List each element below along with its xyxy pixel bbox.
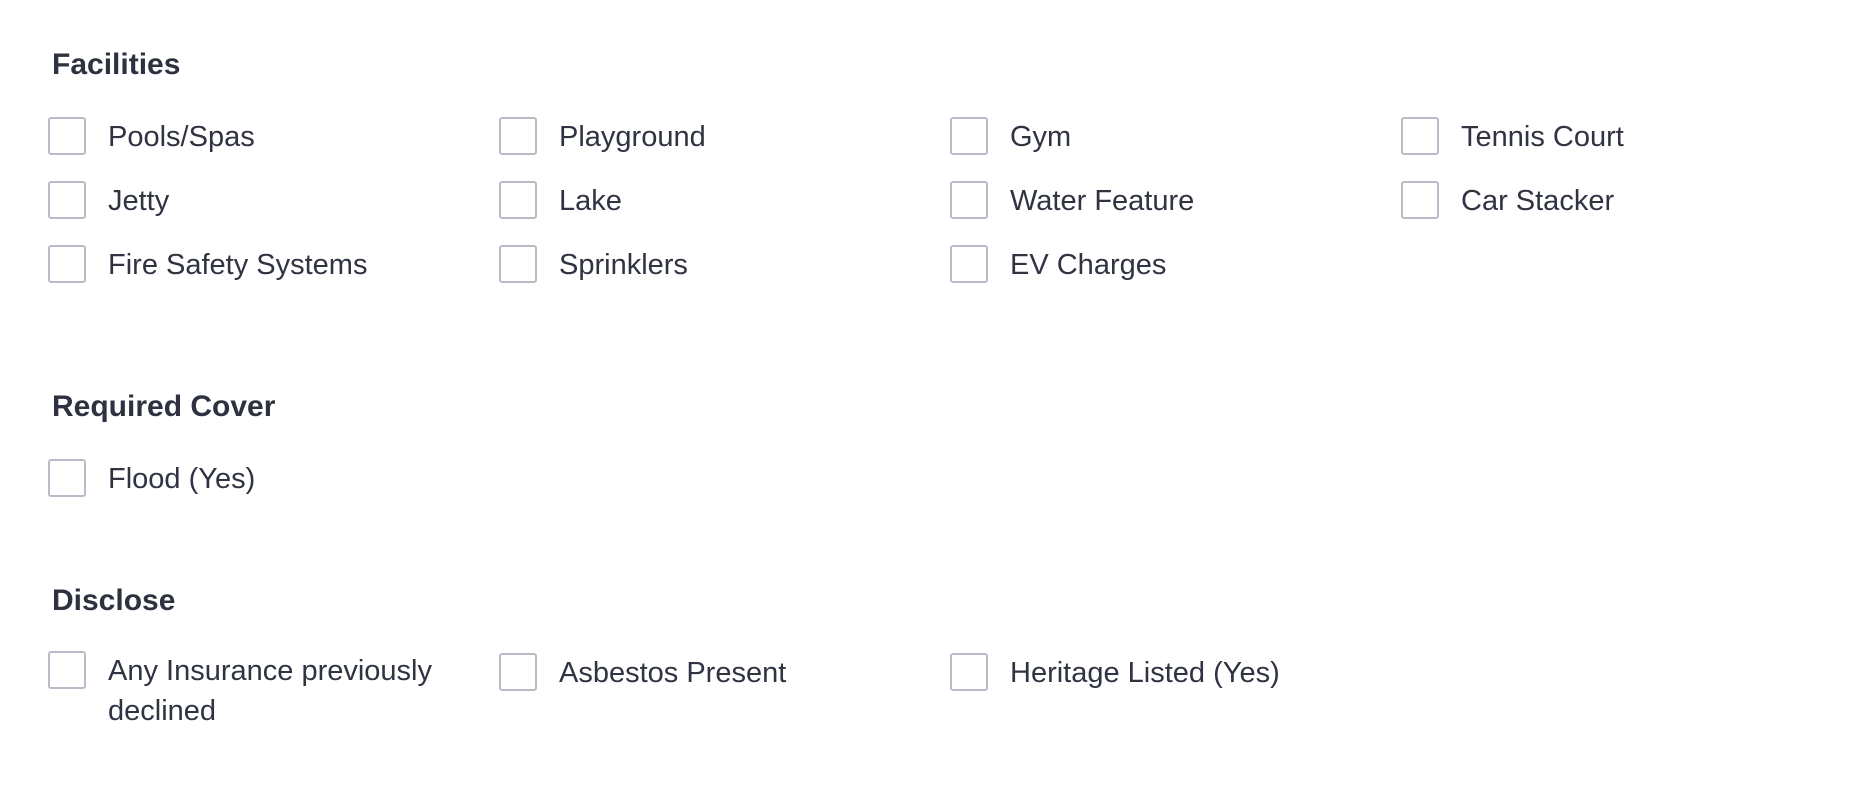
checkbox-playground[interactable]: Playground <box>499 117 706 157</box>
option-label: EV Charges <box>1010 249 1167 281</box>
checkbox-asbestos-present[interactable]: Asbestos Present <box>499 653 786 693</box>
checkbox-insurance-declined[interactable]: Any Insurance previously declined <box>48 651 468 731</box>
checkbox-box[interactable] <box>950 181 988 219</box>
option-label: Jetty <box>108 185 170 217</box>
checkbox-box[interactable] <box>1401 181 1439 219</box>
checkbox-ev-charges[interactable]: EV Charges <box>950 245 1166 285</box>
option-label: Car Stacker <box>1461 185 1615 217</box>
option-label: Flood (Yes) <box>108 463 256 495</box>
checkbox-box[interactable] <box>48 651 86 689</box>
option-label: Sprinklers <box>559 249 688 281</box>
facilities-heading: Facilities <box>52 48 181 81</box>
option-label: Asbestos Present <box>559 657 787 689</box>
checkbox-box[interactable] <box>499 245 537 283</box>
checkbox-lake[interactable]: Lake <box>499 181 622 221</box>
checkbox-car-stacker[interactable]: Car Stacker <box>1401 181 1614 221</box>
checkbox-gym[interactable]: Gym <box>950 117 1071 157</box>
checkbox-box[interactable] <box>48 459 86 497</box>
option-label: Playground <box>559 121 706 153</box>
option-label: Any Insurance previously declined <box>108 655 432 727</box>
checkbox-water-feature[interactable]: Water Feature <box>950 181 1194 221</box>
option-label: Lake <box>559 185 622 217</box>
checkbox-pools-spas[interactable]: Pools/Spas <box>48 117 255 157</box>
checkbox-box[interactable] <box>1401 117 1439 155</box>
checkbox-box[interactable] <box>950 653 988 691</box>
checkbox-box[interactable] <box>950 245 988 283</box>
checkbox-sprinklers[interactable]: Sprinklers <box>499 245 688 285</box>
checkbox-fire-safety-systems[interactable]: Fire Safety Systems <box>48 245 367 285</box>
checkbox-heritage-listed[interactable]: Heritage Listed (Yes) <box>950 653 1280 693</box>
option-label: Pools/Spas <box>108 121 255 153</box>
checkbox-box[interactable] <box>48 245 86 283</box>
option-label: Gym <box>1010 121 1072 153</box>
checkbox-tennis-court[interactable]: Tennis Court <box>1401 117 1624 157</box>
checkbox-box[interactable] <box>950 117 988 155</box>
checkbox-box[interactable] <box>499 181 537 219</box>
checkbox-box[interactable] <box>499 653 537 691</box>
checkbox-box[interactable] <box>499 117 537 155</box>
checkbox-jetty[interactable]: Jetty <box>48 181 169 221</box>
option-label: Heritage Listed (Yes) <box>1010 657 1280 689</box>
option-label: Tennis Court <box>1461 121 1624 153</box>
option-label: Water Feature <box>1010 185 1195 217</box>
disclose-heading: Disclose <box>52 584 176 617</box>
checkbox-flood[interactable]: Flood (Yes) <box>48 459 255 499</box>
option-label: Fire Safety Systems <box>108 249 368 281</box>
required-cover-heading: Required Cover <box>52 390 276 423</box>
checkbox-box[interactable] <box>48 181 86 219</box>
checkbox-box[interactable] <box>48 117 86 155</box>
